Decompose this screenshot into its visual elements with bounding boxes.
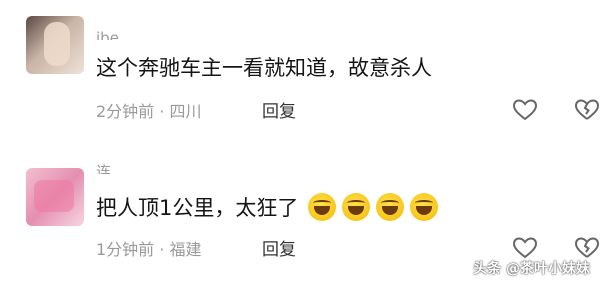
laughing-crying-emoji	[410, 193, 439, 221]
emoji-row	[306, 193, 439, 221]
avatar[interactable]	[26, 16, 84, 74]
laughing-crying-emoji	[376, 193, 405, 221]
comment-body: 这个奔驰车主一看就知道，故意杀人	[96, 56, 432, 80]
reply-button[interactable]: 回复	[262, 235, 296, 260]
comment-text: 把人顶1公里，太狂了	[96, 192, 439, 222]
comment-body: 把人顶1公里，太狂了	[96, 196, 299, 220]
reply-button[interactable]: 回复	[262, 97, 296, 122]
heart-outline-icon[interactable]	[512, 236, 538, 260]
comment-meta: 1分钟前 · 福建	[96, 240, 202, 259]
avatar[interactable]	[26, 168, 84, 226]
comment-item: ibe 这个奔驰车主一看就知道，故意杀人 2分钟前 · 四川 回复	[0, 0, 600, 140]
heart-outline-icon[interactable]	[512, 98, 538, 122]
broken-heart-icon[interactable]	[574, 98, 600, 122]
username[interactable]: ibe	[96, 26, 119, 40]
laughing-crying-emoji	[308, 193, 337, 221]
comment-text: 这个奔驰车主一看就知道，故意杀人	[96, 52, 432, 82]
comment-item: 连 把人顶1公里，太狂了 1分钟前 · 福建 回复	[0, 150, 600, 270]
watermark: 头条 @茶叶小妹妹	[473, 261, 590, 277]
username[interactable]: 连	[96, 160, 111, 174]
broken-heart-icon[interactable]	[574, 236, 600, 260]
laughing-crying-emoji	[342, 193, 371, 221]
comment-meta: 2分钟前 · 四川	[96, 102, 202, 121]
